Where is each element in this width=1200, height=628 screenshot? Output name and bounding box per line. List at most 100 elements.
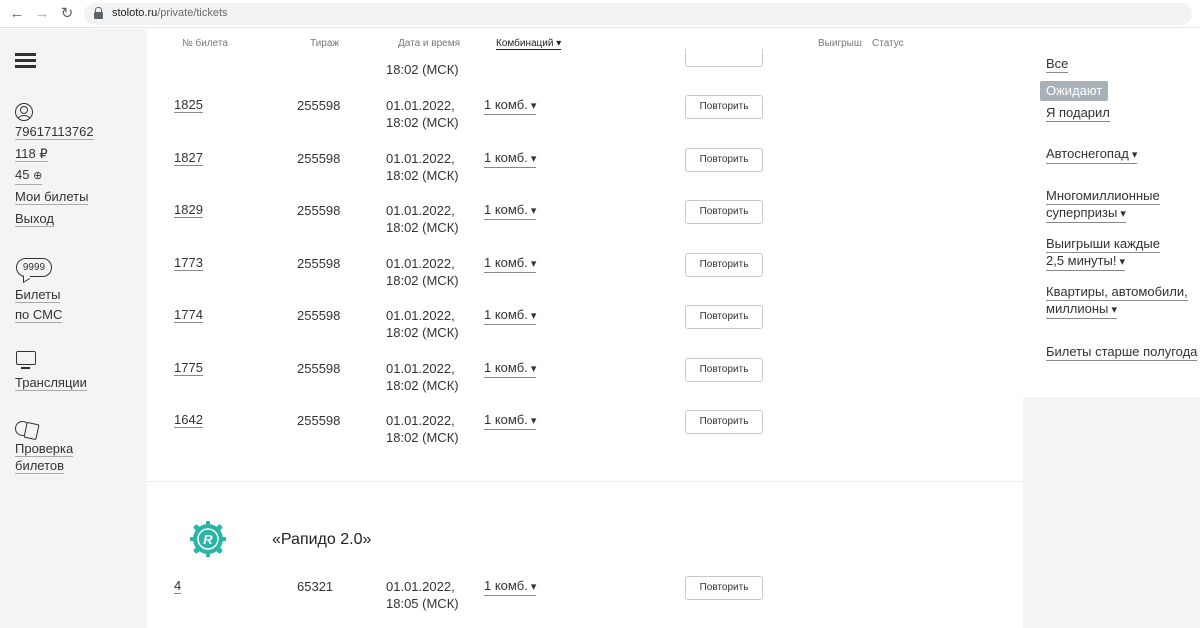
draw-time: 18:02 (МСК) [386,115,459,130]
ticket-number-link[interactable]: 1827 [174,150,203,166]
repeat-button[interactable]: Повторить [685,95,763,119]
phone-link[interactable]: 79617113762 [15,124,94,140]
header-status: Статус [872,38,904,49]
filter-multimillion-line2: суперпризы [1046,205,1126,223]
filter-all[interactable]: Все [1046,56,1069,73]
check-tickets-link-line1[interactable]: Проверка [15,441,74,457]
draw-number: 65321 [297,579,334,594]
combos-dropdown[interactable]: 1 комб. [484,202,537,220]
combos-dropdown[interactable]: 1 комб. [484,412,537,430]
filter-every-2-5-line2: 2,5 минуты! [1046,253,1126,271]
bonus-icon: ⊕ [33,170,43,182]
filter-auto-snowfall[interactable]: Автоснегопад [1046,146,1138,164]
ticket-number-link[interactable]: 4 [174,578,182,594]
header-prize: Выигрыш [818,38,862,49]
table-row: 1774 255598 01.01.2022, 18:02 (МСК) 1 комб. П… [147,305,1023,359]
draw-date: 01.01.2022, [386,255,455,271]
sms-tickets-link-line2[interactable]: по СМС [15,307,63,323]
filter-multimillion[interactable]: Многомиллионные суперпризы [1046,188,1160,223]
repeat-button[interactable]: Повторить [685,147,763,172]
draw-date: 01.01.2022, [386,308,455,323]
combos-dropdown[interactable]: 1 комб. [484,307,537,325]
filter-gifted[interactable]: Я подарил [1046,105,1110,122]
ticket-number-link[interactable]: 1773 [174,255,203,271]
reload-icon[interactable]: ↻ [58,5,76,23]
repeat-button[interactable]: Повторить [685,576,763,600]
draw-number: 255598 [297,150,341,166]
ticket-number-link[interactable]: 1774 [174,307,203,323]
repeat-button[interactable]: Повторить [685,200,763,224]
draw-time: 18:02 (МСК) [386,167,459,183]
table-row: 1773 255598 01.01.2022,18:02 (МСК) 1 комб. П… [147,252,1023,307]
draw-number: 255598 [297,98,341,113]
check-tickets-link-line2[interactable]: билетов [15,458,65,474]
menu-icon[interactable] [15,53,36,68]
repeat-button[interactable]: Повторить [685,252,763,277]
filter-every-2-5[interactable]: Выигрыши каждые 2,5 минуты! [1046,236,1160,271]
section-divider [147,481,1023,482]
clipped-repeat-button[interactable] [685,49,763,67]
combos-dropdown[interactable]: 1 комб. [484,578,537,596]
balance-link[interactable]: 118 ₽ [15,146,48,162]
table-row: 1829 255598 01.01.2022, 18:02 (МСК) 1 комб. П… [147,200,1023,254]
bonus-link[interactable]: 45 ⊕ [15,167,43,185]
table-row: 1825 255598 01.01.2022, 18:02 (МСК) 1 комб. П… [147,95,1023,149]
logout-link[interactable]: Выход [15,211,54,227]
ticket-check-icon [15,420,39,438]
combos-dropdown[interactable]: 1 комб. [484,150,537,168]
left-sidebar: 79617113762 118 ₽ 45 ⊕ Мои билеты Выход … [0,29,147,628]
filter-pending[interactable]: Ожидают [1040,81,1109,101]
combos-dropdown[interactable]: 1 комб. [484,255,537,273]
url-host: stoloto.ru [112,7,158,19]
my-tickets-link[interactable]: Мои билеты [15,189,89,205]
draw-date: 01.01.2022, [386,203,455,218]
filter-older[interactable]: Билеты старше полугода [1046,344,1198,361]
address-bar[interactable]: stoloto.ru/private/tickets [84,3,1192,25]
draw-datetime: 01.01.2022, 18:02 (МСК) [386,307,459,341]
game-title: «Рапидо 2.0» [272,531,372,548]
repeat-button[interactable]: Повторить [685,357,763,382]
draw-datetime: 01.01.2022, 18:02 (МСК) [386,97,459,131]
user-icon [15,103,33,121]
ticket-number-link[interactable]: 1829 [174,202,203,218]
draw-number: 255598 [297,308,341,323]
clipped-row-time: 18:02 (МСК) [386,62,459,77]
combos-dropdown[interactable]: 1 комб. [484,97,537,115]
filter-apartments[interactable]: Квартиры, автомобили, миллионы [1046,284,1188,319]
draw-time: 18:05 (МСК) [386,596,459,611]
draw-datetime: 01.01.2022, 18:02 (МСК) [386,412,459,446]
draw-date: 01.01.2022, [386,579,455,594]
tickets-table: № билета Тираж Дата и время Комбинаций В… [147,29,1023,628]
draw-date: 01.01.2022, [386,413,455,428]
forward-arrow-icon[interactable]: → [33,5,51,23]
draw-number: 255598 [297,203,341,218]
header-combos-sort[interactable]: Комбинаций [496,38,562,50]
combos-dropdown[interactable]: 1 комб. [484,360,537,378]
draw-datetime: 01.01.2022, 18:02 (МСК) [386,202,459,236]
repeat-button[interactable]: Повторить [685,305,763,329]
table-row: 4 65321 01.01.2022, 18:05 (МСК) 1 комб. Повто… [147,576,1023,628]
draw-datetime: 01.01.2022, 18:02 (МСК) [386,360,459,394]
filter-every-2-5-line1: Выигрыши каждые [1046,236,1160,253]
table-row: 1642 255598 01.01.2022, 18:02 (МСК) 1 комб. П… [147,410,1023,464]
sms-tickets-link-line1[interactable]: Билеты [15,287,61,303]
sms-bubble-icon: 9999 [16,258,52,277]
url-text: stoloto.ru/private/tickets [112,7,228,19]
draw-time: 18:02 (МСК) [386,220,459,235]
ticket-number-link[interactable]: 1642 [174,412,203,428]
filter-multimillion-line1: Многомиллионные [1046,188,1160,205]
draw-time: 18:02 (МСК) [386,377,459,393]
back-arrow-icon[interactable]: ← [8,5,26,23]
ticket-number-link[interactable]: 1825 [174,97,203,113]
header-number: № билета [182,38,228,49]
draw-number: 255598 [297,413,341,428]
ticket-number-link[interactable]: 1775 [174,360,203,376]
header-draw: Тираж [310,38,340,49]
draw-time: 18:02 (МСК) [386,325,459,340]
lock-icon [94,7,103,20]
draw-number: 255598 [297,255,341,271]
broadcasts-link[interactable]: Трансляции [15,375,87,391]
repeat-button[interactable]: Повторить [685,410,763,434]
draw-date: 01.01.2022, [386,150,455,166]
browser-toolbar: ← → ↻ stoloto.ru/private/tickets [0,0,1200,28]
